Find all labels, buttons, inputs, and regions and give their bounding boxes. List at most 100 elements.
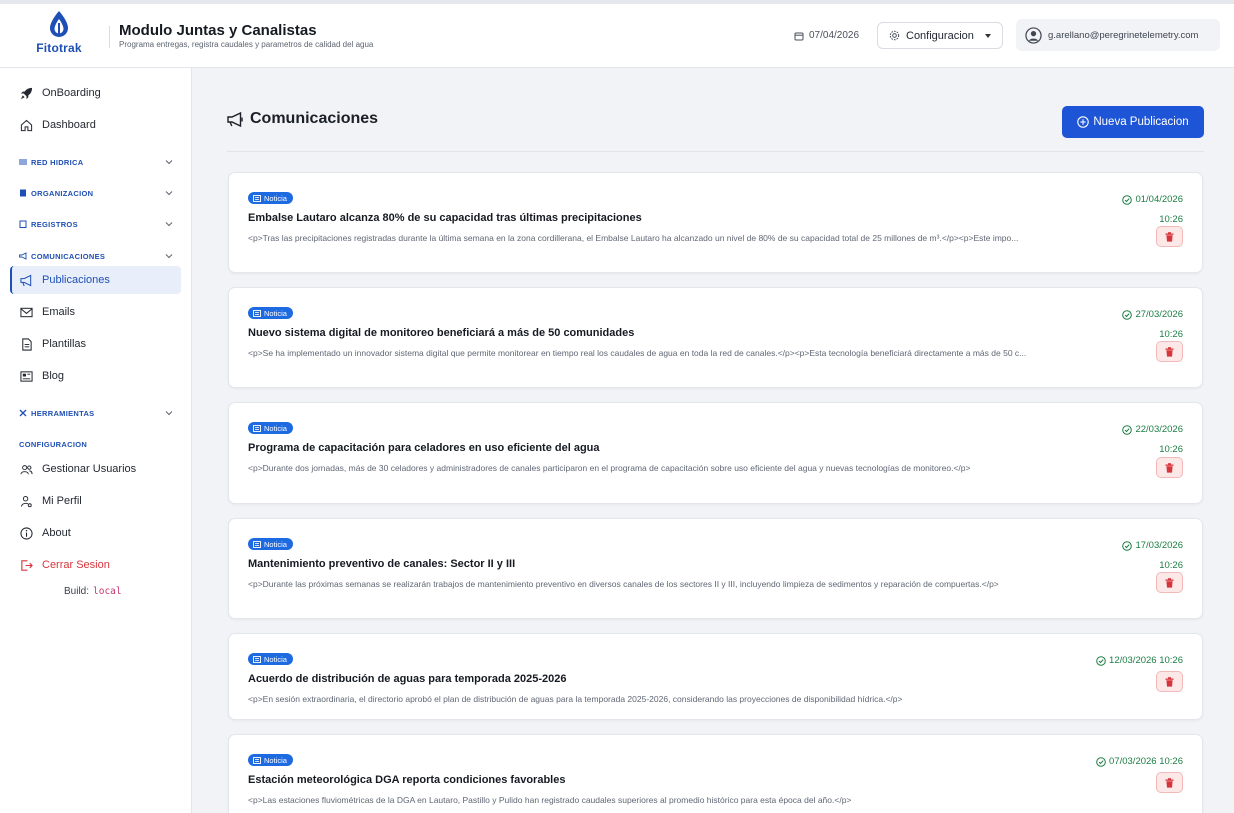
post-card[interactable]: Noticia Nuevo sistema digital de monitor…: [228, 287, 1203, 388]
megaphone-icon: [227, 111, 243, 127]
sidebar-item-dashboard[interactable]: Dashboard: [10, 111, 181, 139]
check-circle-icon: [1122, 424, 1133, 435]
type-badge: Noticia: [248, 754, 293, 766]
post-card[interactable]: Noticia Estación meteorológica DGA repor…: [228, 734, 1203, 813]
post-card[interactable]: Noticia Mantenimiento preventivo de cana…: [228, 518, 1203, 619]
nueva-publicacion-button[interactable]: Nueva Publicacion: [1062, 106, 1204, 138]
tools-icon: [19, 409, 27, 417]
sidebar-item-label: Mi Perfil: [42, 495, 82, 507]
post-excerpt: <p>Durante dos jornadas, más de 30 celad…: [248, 463, 971, 473]
delete-button[interactable]: [1156, 226, 1183, 247]
delete-button[interactable]: [1156, 341, 1183, 362]
sidebar: OnBoarding Dashboard RED HIDRICA ORGANIZ…: [0, 68, 192, 813]
nueva-publicacion-label: Nueva Publicacion: [1093, 116, 1189, 128]
check-circle-icon: [1096, 756, 1106, 767]
section-label: CONFIGURACION: [19, 439, 88, 449]
newspaper-icon: [253, 756, 261, 764]
sidebar-item-label: Blog: [42, 370, 65, 382]
title-divider: [227, 151, 1204, 152]
newspaper-icon: [253, 194, 261, 202]
post-time-text: 10:26: [1159, 213, 1183, 225]
megaphone-icon: [20, 274, 32, 286]
post-excerpt: <p>En sesión extraordinaria, el director…: [248, 694, 903, 704]
badge-label: Noticia: [264, 193, 287, 203]
sidebar-item-publicaciones[interactable]: Publicaciones: [10, 266, 181, 294]
sidebar-item-label: OnBoarding: [42, 87, 101, 99]
post-time-text: 10:26: [1159, 328, 1183, 340]
section-label: ORGANIZACION: [31, 188, 94, 198]
sidebar-item-label: About: [42, 527, 71, 539]
sidebar-item-cerrar-sesion[interactable]: Cerrar Sesion: [10, 551, 181, 579]
post-time-text: 10:26: [1159, 443, 1183, 455]
type-badge: Noticia: [248, 422, 293, 434]
type-badge: Noticia: [248, 653, 293, 665]
type-badge: Noticia: [248, 307, 293, 319]
build-label: Build:: [64, 586, 90, 597]
rocket-icon: [20, 87, 33, 99]
sidebar-item-label: Gestionar Usuarios: [42, 463, 137, 475]
section-comunicaciones[interactable]: COMUNICACIONES: [19, 249, 173, 263]
post-date: 07/03/2026 10:26: [1053, 753, 1183, 773]
post-title[interactable]: Acuerdo de distribución de aguas para te…: [248, 673, 567, 685]
delete-button[interactable]: [1156, 671, 1183, 692]
section-red-hidrica[interactable]: RED HIDRICA: [19, 155, 173, 169]
post-card[interactable]: Noticia Programa de capacitación para ce…: [228, 402, 1203, 504]
brand-logo[interactable]: Fitotrak: [30, 10, 88, 55]
post-date-text: 22/03/2026: [1135, 424, 1183, 435]
sidebar-item-gestionar-usuarios[interactable]: Gestionar Usuarios: [10, 455, 181, 483]
post-title[interactable]: Mantenimiento preventivo de canales: Sec…: [248, 558, 515, 570]
post-date: 01/04/2026 10:26: [1053, 191, 1183, 228]
config-dropdown-button[interactable]: Configuracion: [877, 22, 1003, 49]
post-title[interactable]: Nuevo sistema digital de monitoreo benef…: [248, 327, 634, 339]
check-circle-icon: [1096, 655, 1106, 666]
plus-circle-icon: [1077, 116, 1090, 128]
delete-button[interactable]: [1156, 572, 1183, 593]
chevron-down-icon: [165, 254, 173, 259]
trash-icon: [1165, 231, 1174, 242]
badge-label: Noticia: [264, 308, 287, 318]
post-title[interactable]: Programa de capacitación para celadores …: [248, 442, 600, 454]
type-badge: Noticia: [248, 192, 293, 204]
envelope-icon: [20, 307, 33, 317]
user-avatar-icon: [1025, 26, 1042, 44]
user-menu-button[interactable]: g.arellano@peregrinetelemetry.com: [1016, 19, 1220, 51]
sidebar-item-label: Cerrar Sesion: [42, 559, 110, 571]
build-info: Build: local: [64, 586, 122, 597]
post-excerpt: <p>Las estaciones fluviométricas de la D…: [248, 795, 852, 805]
sidebar-item-emails[interactable]: Emails: [10, 298, 181, 326]
section-herramientas[interactable]: HERRAMIENTAS: [19, 406, 173, 420]
chevron-down-icon: [165, 160, 173, 165]
clipboard-icon: [19, 220, 27, 228]
post-title[interactable]: Embalse Lautaro alcanza 80% de su capaci…: [248, 212, 642, 224]
gear-icon: [889, 30, 900, 41]
badge-label: Noticia: [264, 654, 287, 664]
post-date: 22/03/2026 10:26: [1053, 421, 1183, 458]
newspaper-icon: [253, 309, 261, 317]
section-registros[interactable]: REGISTROS: [19, 217, 173, 231]
section-label: RED HIDRICA: [31, 157, 84, 167]
sidebar-item-label: Emails: [42, 306, 76, 318]
delete-button[interactable]: [1156, 772, 1183, 793]
delete-button[interactable]: [1156, 457, 1183, 478]
sidebar-item-blog[interactable]: Blog: [10, 362, 181, 390]
sidebar-item-mi-perfil[interactable]: Mi Perfil: [10, 487, 181, 515]
sidebar-item-plantillas[interactable]: Plantillas: [10, 330, 181, 358]
sidebar-item-about[interactable]: About: [10, 519, 181, 547]
badge-label: Noticia: [264, 423, 287, 433]
brand-name: Fitotrak: [36, 41, 82, 55]
sidebar-item-label: Plantillas: [42, 338, 87, 350]
section-organizacion[interactable]: ORGANIZACION: [19, 186, 173, 200]
info-icon: [20, 526, 33, 540]
post-title[interactable]: Estación meteorológica DGA reporta condi…: [248, 774, 565, 786]
module-subtitle: Programa entregas, registra caudales y p…: [119, 40, 374, 49]
post-date: 12/03/2026 10:26: [1053, 652, 1183, 672]
sidebar-item-onboarding[interactable]: OnBoarding: [10, 79, 181, 107]
logout-icon: [21, 559, 33, 571]
trash-icon: [1165, 577, 1174, 588]
post-card[interactable]: Noticia Acuerdo de distribución de aguas…: [228, 633, 1203, 720]
header-date-text: 07/04/2026: [809, 30, 860, 41]
post-date: 27/03/2026 10:26: [1053, 306, 1183, 343]
post-card[interactable]: Noticia Embalse Lautaro alcanza 80% de s…: [228, 172, 1203, 273]
post-time-text: 10:26: [1159, 559, 1183, 571]
post-excerpt: <p>Durante las próximas semanas se reali…: [248, 579, 999, 589]
